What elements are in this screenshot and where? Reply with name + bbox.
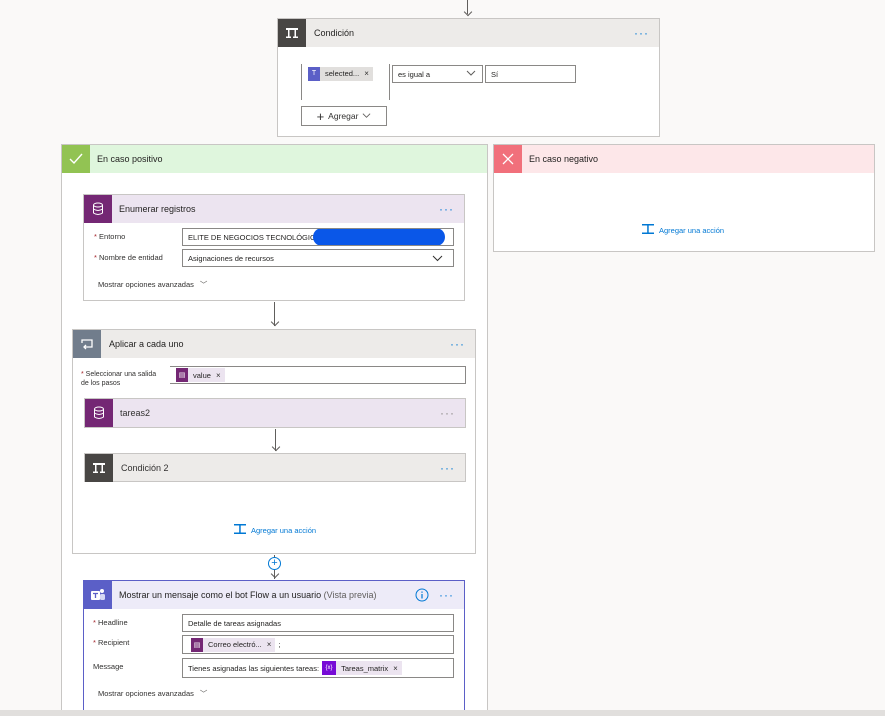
database-icon: ▤ (191, 637, 203, 652)
horizontal-scrollbar[interactable] (0, 710, 885, 716)
database-icon: ▤ (176, 368, 188, 382)
select-output-label: * Seleccionar una salida de los pasos (81, 371, 157, 387)
condition-left-operand[interactable]: T selected... × (306, 64, 386, 83)
list-records-header[interactable]: Enumerar registros ··· (84, 195, 464, 223)
value-token-label: value (193, 370, 211, 380)
yes-branch-title: En caso positivo (97, 154, 163, 164)
condition2-action[interactable]: Condición 2 ··· (84, 453, 466, 482)
teams-message-menu-button[interactable]: ··· (439, 589, 454, 601)
recipient-token-label: Correo electró... (208, 640, 262, 649)
message-token[interactable]: {x} Tareas_matrix × (322, 661, 402, 675)
message-token-label: Tareas_matrix (341, 663, 389, 673)
apply-each-add-action-label: Agregar una acción (251, 525, 317, 535)
teams-advanced-toggle[interactable]: Mostrar opciones avanzadas ﹀ (98, 688, 207, 699)
apply-each-add-action[interactable]: Agregar una acción (233, 523, 316, 537)
redaction-mark (313, 229, 445, 245)
tareas2-action[interactable]: tareas2 ··· (84, 398, 466, 428)
condition2-menu-button[interactable]: ··· (440, 462, 455, 474)
connector-arrow (271, 442, 280, 452)
condition-value-input[interactable]: Sí (485, 65, 576, 83)
recipient-input[interactable]: ▤ Correo electró... × ; (182, 635, 454, 654)
message-input[interactable]: Tienes asignadas las siguientes tareas: … (182, 658, 454, 678)
condition2-title: Condición 2 (121, 462, 169, 473)
database-icon (84, 195, 112, 223)
entity-label: * Nombre de entidad (94, 253, 163, 262)
yes-branch-header[interactable]: En caso positivo (62, 145, 487, 173)
condition-header[interactable]: Condición ··· (278, 19, 659, 47)
recipient-token[interactable]: ▤ Correo electró... × (191, 637, 276, 652)
condition-icon (85, 453, 113, 482)
entity-select[interactable]: Asignaciones de recursos (182, 249, 454, 267)
tareas2-title: tareas2 (120, 408, 151, 418)
value-token[interactable]: ▤ value × (176, 368, 225, 382)
no-branch-title: En caso negativo (529, 154, 599, 164)
no-branch-add-action-label: Agregar una acción (659, 225, 725, 235)
env-field[interactable]: ELITE DE NEGOCIOS TECNOLÓGICOS (182, 228, 454, 246)
no-branch-add-action[interactable]: Agregar una acción (641, 223, 724, 237)
chevron-down-icon (432, 253, 443, 265)
env-value: ELITE DE NEGOCIOS TECNOLÓGICOS (188, 232, 327, 242)
env-label: * Entorno (94, 232, 126, 241)
condition-token-label: selected... (325, 69, 360, 78)
plus-icon: + (316, 108, 325, 124)
condition-title: Condición (314, 28, 355, 38)
remove-token-icon[interactable]: × (216, 371, 221, 380)
list-records-menu-button[interactable]: ··· (439, 203, 454, 215)
headline-input[interactable]: Detalle de tareas asignadas (182, 614, 454, 632)
preview-badge: (Vista previa) (323, 590, 377, 600)
apply-each-card[interactable]: Aplicar a cada uno ··· * Seleccionar una… (72, 329, 476, 554)
loop-icon (73, 330, 101, 358)
teams-message-header[interactable]: Mostrar un mensaje como el bot Flow a un… (84, 581, 464, 609)
no-branch: En caso negativo Agregar una acción (493, 144, 875, 252)
no-branch-header[interactable]: En caso negativo (494, 145, 874, 173)
info-icon[interactable] (415, 588, 429, 604)
condition-card[interactable]: Condición ··· T selected... × es igual a… (277, 18, 660, 137)
connector-arrow (463, 7, 472, 17)
condition-token[interactable]: T selected... × (308, 66, 373, 81)
condition-icon (278, 19, 306, 47)
recipient-label: * Recipient (93, 638, 130, 647)
teams-icon (84, 581, 112, 609)
close-icon (494, 145, 522, 173)
database-icon (85, 399, 113, 427)
message-text: Tienes asignadas las siguientes tareas: (188, 663, 320, 673)
condition-add-label: Agregar (328, 111, 359, 121)
teams-message-card[interactable]: Mostrar un mensaje como el bot Flow a un… (83, 580, 465, 716)
condition-group-bar (301, 64, 302, 100)
condition-group-bar-right (389, 64, 390, 100)
chevron-down-icon: ﹀ (199, 280, 208, 289)
message-label: Message (93, 662, 124, 671)
condition-operator: es igual a (398, 69, 431, 79)
remove-token-icon[interactable]: × (393, 664, 398, 673)
select-output-field[interactable]: ▤ value × (170, 366, 466, 384)
variable-icon: {x} (322, 661, 337, 675)
condition-operator-select[interactable]: es igual a (392, 65, 483, 83)
recipient-suffix: ; (278, 640, 281, 649)
chevron-down-icon (362, 111, 371, 122)
remove-token-icon[interactable]: × (267, 640, 272, 649)
teams-icon: T (308, 66, 320, 81)
entity-value: Asignaciones de recursos (188, 253, 274, 263)
condition-menu-button[interactable]: ··· (634, 27, 649, 39)
add-action-icon (233, 523, 247, 537)
list-records-title: Enumerar registros (119, 204, 196, 214)
apply-each-menu-button[interactable]: ··· (450, 338, 465, 350)
list-records-card[interactable]: Enumerar registros ··· * Entorno ELITE D… (83, 194, 465, 301)
insert-step-button[interactable]: + (268, 557, 281, 570)
list-records-advanced-toggle[interactable]: Mostrar opciones avanzadas ﹀ (98, 279, 207, 290)
add-action-icon (641, 223, 655, 237)
tareas2-menu-button[interactable]: ··· (440, 407, 455, 419)
teams-message-title: Mostrar un mensaje como el bot Flow a un… (119, 590, 377, 600)
condition-add-button[interactable]: + Agregar (301, 106, 387, 126)
apply-each-header[interactable]: Aplicar a cada uno ··· (73, 330, 475, 358)
chevron-down-icon: ﹀ (199, 689, 208, 698)
remove-token-icon[interactable]: × (364, 69, 369, 78)
checkmark-icon (62, 145, 90, 173)
apply-each-title: Aplicar a cada uno (109, 339, 184, 349)
condition-value: Sí (491, 69, 499, 79)
headline-label: * Headline (93, 618, 128, 627)
headline-value: Detalle de tareas asignadas (188, 618, 281, 628)
chevron-down-icon (466, 68, 476, 80)
